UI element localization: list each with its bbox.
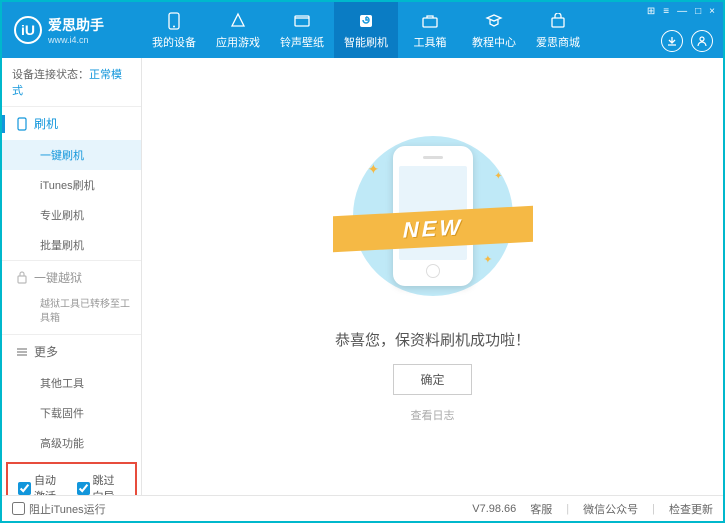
check-update-link[interactable]: 检查更新 xyxy=(669,501,713,517)
store-icon xyxy=(548,11,568,31)
tutorial-icon xyxy=(484,11,504,31)
app-header: iU 爱思助手 www.i4.cn 我的设备 应用游戏 铃声壁纸 智能刷机 工具… xyxy=(2,2,723,58)
success-illustration: ✦ ✦ ✦ NEW xyxy=(343,131,523,311)
sidebar-item-itunes-flash[interactable]: iTunes刷机 xyxy=(2,170,141,200)
tab-tutorials[interactable]: 教程中心 xyxy=(462,2,526,58)
logo-area: iU 爱思助手 www.i4.cn xyxy=(2,15,142,45)
options-checkboxes: 自动激活 跳过向导 xyxy=(6,462,137,495)
checkbox-auto-activate[interactable]: 自动激活 xyxy=(18,472,67,495)
app-name: 爱思助手 xyxy=(48,15,104,35)
wechat-link[interactable]: 微信公众号 xyxy=(583,501,638,517)
section-more-header[interactable]: 更多 xyxy=(2,335,141,368)
version-label: V7.98.66 xyxy=(472,503,516,515)
service-link[interactable]: 客服 xyxy=(530,501,552,517)
footer: 阻止iTunes运行 V7.98.66 客服 | 微信公众号 | 检查更新 xyxy=(2,495,723,521)
apps-icon xyxy=(228,11,248,31)
minimize-button[interactable]: — xyxy=(677,6,687,17)
sidebar: 设备连接状态：正常模式 刷机 一键刷机 iTunes刷机 专业刷机 批量刷机 一… xyxy=(2,58,142,495)
sidebar-item-onekey-flash[interactable]: 一键刷机 xyxy=(2,140,141,170)
jailbreak-note: 越狱工具已转移至工具箱 xyxy=(2,294,141,334)
sidebar-item-other-tools[interactable]: 其他工具 xyxy=(2,368,141,398)
menu-lines-icon xyxy=(16,346,28,358)
tab-toolbox[interactable]: 工具箱 xyxy=(398,2,462,58)
logo-icon: iU xyxy=(14,16,42,44)
success-message: 恭喜您，保资料刷机成功啦！ xyxy=(335,329,530,350)
lock-icon xyxy=(16,271,28,284)
user-button[interactable] xyxy=(691,30,713,52)
tab-ringtones[interactable]: 铃声壁纸 xyxy=(270,2,334,58)
toolbox-icon xyxy=(420,11,440,31)
tab-apps-games[interactable]: 应用游戏 xyxy=(206,2,270,58)
checkbox-skip-guide[interactable]: 跳过向导 xyxy=(77,472,126,495)
section-jailbreak-header[interactable]: 一键越狱 xyxy=(2,261,141,294)
maximize-button[interactable]: □ xyxy=(695,6,701,17)
flash-icon xyxy=(356,11,376,31)
checkbox-block-itunes[interactable]: 阻止iTunes运行 xyxy=(12,501,106,517)
sidebar-item-download-firmware[interactable]: 下载固件 xyxy=(2,398,141,428)
download-button[interactable] xyxy=(661,30,683,52)
connection-status: 设备连接状态：正常模式 xyxy=(2,58,141,106)
sidebar-item-advanced[interactable]: 高级功能 xyxy=(2,428,141,458)
sidebar-item-pro-flash[interactable]: 专业刷机 xyxy=(2,200,141,230)
sidebar-item-batch-flash[interactable]: 批量刷机 xyxy=(2,230,141,260)
menu-icon[interactable]: ≡ xyxy=(663,6,669,17)
tab-smart-flash[interactable]: 智能刷机 xyxy=(334,2,398,58)
app-url: www.i4.cn xyxy=(48,35,104,45)
ringtone-icon xyxy=(292,11,312,31)
section-flash-header[interactable]: 刷机 xyxy=(2,107,141,140)
view-log-link[interactable]: 查看日志 xyxy=(411,407,455,423)
nav-tabs: 我的设备 应用游戏 铃声壁纸 智能刷机 工具箱 教程中心 爱思商城 xyxy=(142,2,590,58)
tab-store[interactable]: 爱思商城 xyxy=(526,2,590,58)
grid-icon[interactable]: ⊞ xyxy=(647,6,655,17)
confirm-button[interactable]: 确定 xyxy=(393,364,471,395)
window-controls: ⊞ ≡ — □ × xyxy=(647,6,715,17)
phone-icon xyxy=(164,11,184,31)
close-button[interactable]: × xyxy=(709,6,715,17)
main-content: ✦ ✦ ✦ NEW 恭喜您，保资料刷机成功啦！ 确定 查看日志 xyxy=(142,58,723,495)
tab-my-device[interactable]: 我的设备 xyxy=(142,2,206,58)
phone-small-icon xyxy=(16,117,28,131)
